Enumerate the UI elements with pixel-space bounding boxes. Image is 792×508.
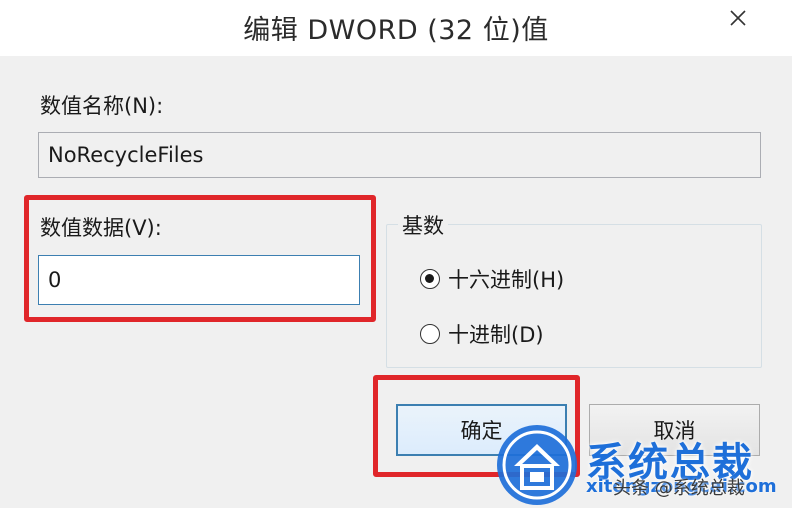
- value-data-input[interactable]: 0: [38, 255, 360, 305]
- radio-decimal-label: 十进制(D): [448, 323, 544, 347]
- edit-dword-dialog: 编辑 DWORD (32 位)值 数值名称(N): NoRecycleFiles…: [0, 0, 792, 508]
- radio-hexadecimal-indicator[interactable]: [420, 269, 440, 289]
- watermark-headline: 头条 @系统总裁: [613, 478, 745, 499]
- close-icon: [730, 10, 746, 26]
- house-logo-icon: [497, 425, 577, 505]
- title-bar: 编辑 DWORD (32 位)值: [0, 0, 792, 56]
- value-name-label: 数值名称(N):: [40, 94, 164, 118]
- dialog-title: 编辑 DWORD (32 位)值: [243, 15, 549, 46]
- radio-decimal-indicator[interactable]: [420, 324, 440, 344]
- value-data-label: 数值数据(V):: [40, 216, 162, 240]
- watermark: 系统总裁 xitongzongcai.com 头条 @系统总裁: [490, 412, 790, 508]
- radio-hexadecimal[interactable]: 十六进制(H): [420, 264, 564, 294]
- value-name-field[interactable]: NoRecycleFiles: [38, 132, 761, 178]
- radio-hexadecimal-label: 十六进制(H): [448, 268, 565, 292]
- close-button[interactable]: [704, 0, 772, 36]
- radio-decimal[interactable]: 十进制(D): [420, 319, 544, 349]
- base-group-title: 基数: [398, 210, 448, 240]
